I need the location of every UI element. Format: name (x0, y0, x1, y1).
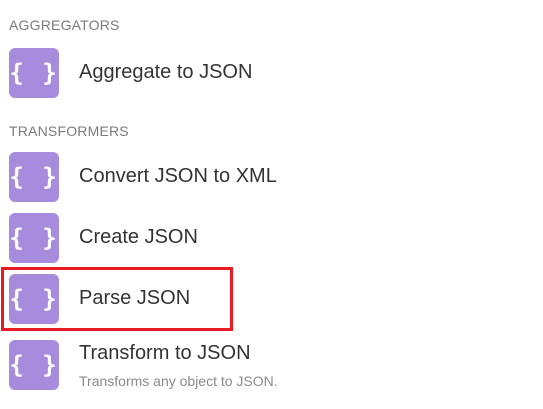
json-braces-icon: { } (9, 340, 59, 390)
module-label: Transform to JSON (79, 342, 251, 364)
module-description: Transforms any object to JSON. (79, 373, 278, 389)
module-label: Create JSON (79, 226, 198, 248)
module-create-json[interactable]: { } Create JSON (9, 213, 519, 265)
module-aggregate-to-json[interactable]: { } Aggregate to JSON (9, 48, 519, 100)
json-braces-icon: { } (9, 274, 59, 324)
json-braces-icon: { } (9, 152, 59, 202)
json-braces-icon: { } (9, 213, 59, 263)
module-list: AGGREGATORS { } Aggregate to JSON TRANSF… (0, 0, 543, 409)
json-braces-icon: { } (9, 48, 59, 98)
module-parse-json[interactable]: { } Parse JSON (9, 274, 519, 326)
module-label: Convert JSON to XML (79, 165, 277, 187)
section-header-transformers: TRANSFORMERS (9, 123, 129, 139)
module-label: Parse JSON (79, 287, 191, 309)
section-header-aggregators: AGGREGATORS (9, 17, 120, 33)
module-convert-json-to-xml[interactable]: { } Convert JSON to XML (9, 152, 519, 204)
module-transform-to-json[interactable]: { } Transform to JSON Transforms any obj… (9, 340, 519, 392)
module-label: Aggregate to JSON (79, 61, 253, 83)
